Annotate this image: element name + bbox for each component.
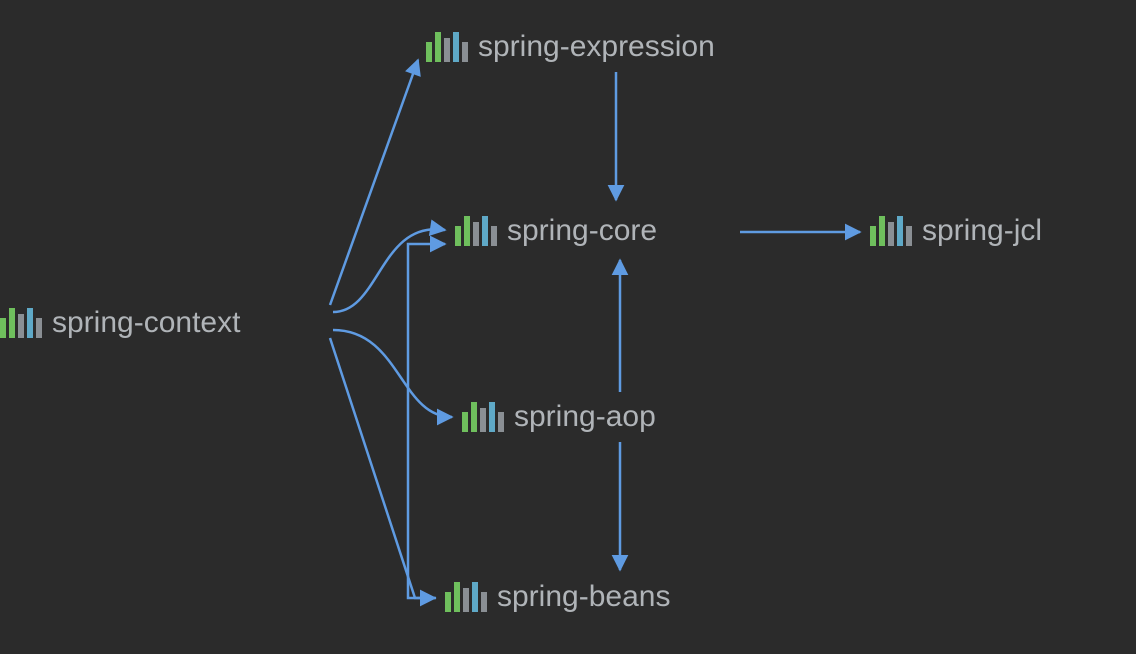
node-label: spring-jcl [922,214,1042,248]
edge-context-core [333,229,445,312]
module-icon [462,402,504,432]
edge-beans-core [408,244,445,598]
node-spring-beans[interactable]: spring-beans [445,580,670,614]
module-icon [426,32,468,62]
module-icon [870,216,912,246]
edge-context-aop [333,330,452,417]
node-spring-core[interactable]: spring-core [455,214,657,248]
node-label: spring-expression [478,30,715,64]
node-spring-expression[interactable]: spring-expression [426,30,715,64]
edge-context-beans [330,338,435,598]
module-icon [0,308,42,338]
node-spring-context[interactable]: spring-context [0,306,240,340]
node-spring-jcl[interactable]: spring-jcl [870,214,1042,248]
node-label: spring-beans [497,580,670,614]
node-label: spring-aop [514,400,656,434]
module-icon [445,582,487,612]
edge-context-expression [330,60,418,305]
node-spring-aop[interactable]: spring-aop [462,400,656,434]
dependency-graph: spring-context spring-expression spring-… [0,0,1136,654]
node-label: spring-context [52,306,240,340]
node-label: spring-core [507,214,657,248]
module-icon [455,216,497,246]
